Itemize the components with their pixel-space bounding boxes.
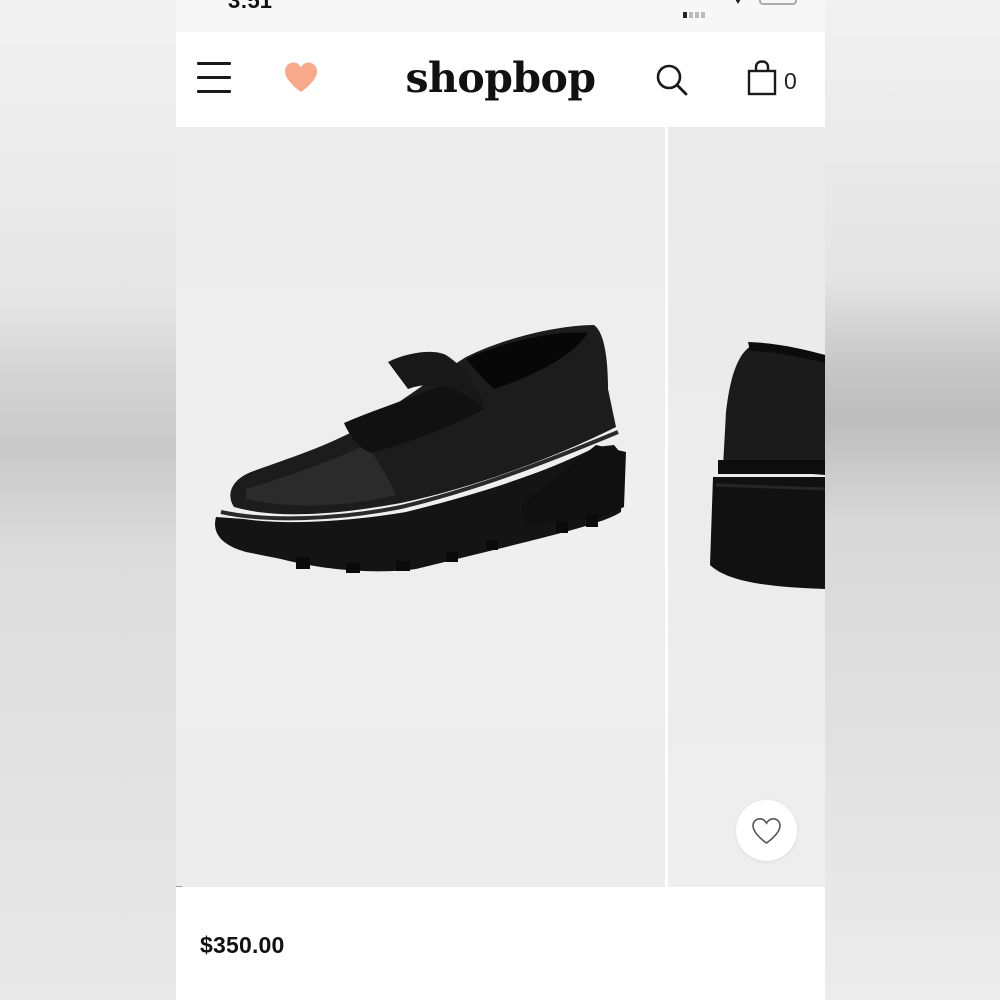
product-details: $350.00 (176, 887, 825, 1000)
bag-button[interactable] (747, 60, 777, 96)
product-image-next[interactable] (668, 127, 825, 887)
background-right (825, 0, 1000, 1000)
shopping-bag-icon (747, 60, 777, 96)
status-time: 3:51 (228, 0, 273, 13)
battery-icon (759, 0, 797, 5)
app-window: shopbop 0 $350.00 (176, 32, 825, 1000)
product-image-main[interactable] (176, 127, 665, 887)
bag-count: 0 (784, 68, 797, 94)
background-left (0, 0, 176, 1000)
loafer-shoe-image (215, 325, 626, 573)
search-button[interactable] (655, 63, 689, 97)
product-price: $350.00 (200, 932, 285, 958)
heart-outline-icon (752, 817, 781, 844)
signal-icon (683, 0, 711, 18)
status-bar: 3:51 (176, 0, 825, 32)
add-to-wishlist-button[interactable] (736, 800, 797, 861)
header: shopbop 0 (176, 32, 825, 127)
product-image-gallery[interactable] (176, 127, 825, 887)
shopbop-logo[interactable]: shopbop (176, 54, 825, 102)
wifi-icon (732, 0, 744, 4)
loafer-heel-image (710, 342, 825, 589)
search-icon (656, 64, 688, 96)
